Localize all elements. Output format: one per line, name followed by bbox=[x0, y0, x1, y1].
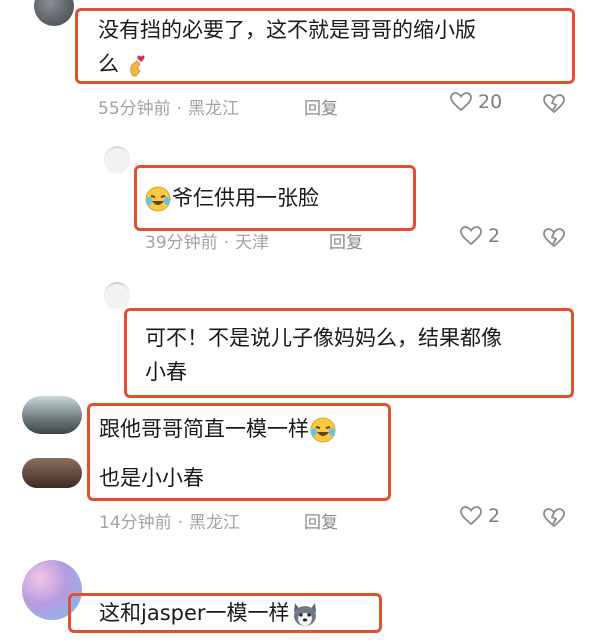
avatar[interactable] bbox=[22, 396, 82, 434]
comment-text: 小春 bbox=[145, 360, 187, 384]
comment-text: 也是小小春 bbox=[99, 466, 204, 490]
timestamp: 39分钟前 bbox=[145, 233, 218, 253]
avatar[interactable] bbox=[34, 0, 74, 26]
comment-meta: 39分钟前 · 天津 bbox=[145, 233, 270, 253]
dislike-icon[interactable] bbox=[543, 228, 565, 248]
heart-outline-icon bbox=[460, 506, 482, 526]
location: 天津 bbox=[235, 233, 270, 253]
comment-text: 没有挡的必要了，这不就是哥哥的缩小版 bbox=[98, 18, 476, 42]
like-count: 20 bbox=[478, 91, 503, 113]
dislike-icon[interactable] bbox=[543, 508, 565, 528]
comment-text: 么 bbox=[98, 48, 150, 80]
avatar[interactable] bbox=[104, 146, 130, 174]
like-button[interactable]: 2 bbox=[460, 505, 500, 527]
reply-button[interactable]: 回复 bbox=[304, 94, 338, 119]
husky-dog-emoji bbox=[293, 603, 316, 626]
like-button[interactable]: 2 bbox=[460, 225, 500, 247]
avatar[interactable] bbox=[104, 282, 130, 310]
reply-button[interactable]: 回复 bbox=[329, 228, 363, 253]
avatar[interactable] bbox=[22, 458, 82, 488]
laughing-tears-emoji bbox=[310, 417, 336, 443]
like-count: 2 bbox=[488, 505, 501, 527]
comment-text: 爷仨供用一张脸 bbox=[144, 182, 319, 214]
heart-outline-icon bbox=[450, 92, 472, 112]
heart-outline-icon bbox=[460, 226, 482, 246]
timestamp: 55分钟前 bbox=[98, 99, 171, 119]
comment-text: 跟他哥哥简直一模一样 bbox=[99, 413, 337, 445]
timestamp: 14分钟前 bbox=[99, 513, 172, 533]
comment-text: 可不！不是说儿子像妈妈么，结果都像 bbox=[145, 326, 502, 350]
location: 黑龙江 bbox=[189, 513, 241, 533]
finger-heart-emoji bbox=[129, 55, 145, 77]
location: 黑龙江 bbox=[188, 99, 240, 119]
like-count: 2 bbox=[488, 225, 501, 247]
comment-meta: 14分钟前 · 黑龙江 bbox=[99, 513, 241, 533]
dislike-icon[interactable] bbox=[543, 94, 565, 114]
reply-button[interactable]: 回复 bbox=[304, 508, 338, 533]
comment-meta: 55分钟前 · 黑龙江 bbox=[98, 99, 240, 119]
like-button[interactable]: 20 bbox=[450, 91, 502, 113]
comment-text: 这和jasper一模一样 bbox=[99, 597, 320, 629]
laughing-tears-emoji bbox=[145, 186, 171, 212]
